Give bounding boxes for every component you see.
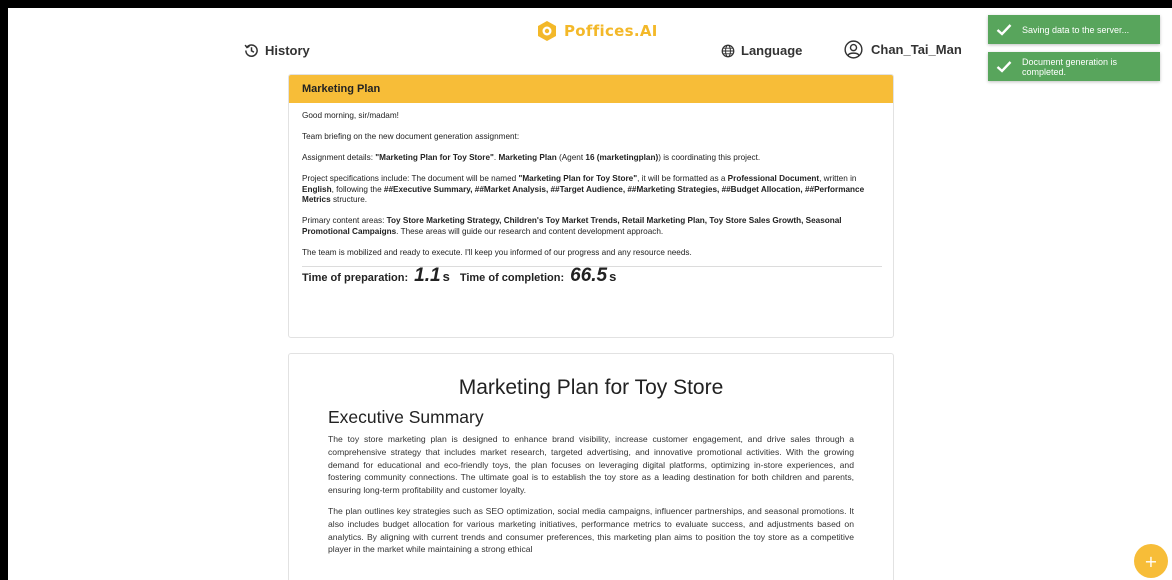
completion-time-unit: s [609, 268, 617, 284]
toast-message: Saving data to the server... [1022, 24, 1130, 35]
prep-time-label: Time of preparation: [302, 271, 409, 284]
language-selector[interactable]: Language [721, 43, 802, 58]
language-label: Language [741, 43, 803, 58]
plus-icon: + [1144, 551, 1158, 571]
briefing-body: Good morning, sir/madam! Team briefing o… [289, 103, 893, 286]
toast-completed[interactable]: Document generation is completed. [988, 52, 1160, 81]
toast-saving[interactable]: Saving data to the server... [988, 15, 1160, 44]
brand-logo[interactable]: Poffices.AI [536, 20, 658, 42]
document-paragraph: The toy store marketing plan is designed… [328, 434, 854, 496]
check-icon [996, 24, 1012, 36]
prep-time-value: 1.1 [414, 264, 441, 286]
assignment-details: Assignment details: "Marketing Plan for … [302, 153, 761, 162]
completion-time-value: 66.5 [570, 264, 608, 286]
prep-time-unit: s [442, 268, 450, 284]
closing-text: The team is mobilized and ready to execu… [302, 247, 692, 257]
brand-name: Poffices.AI [564, 22, 658, 40]
briefing-card: Marketing Plan Good morning, sir/madam! … [288, 74, 894, 338]
logo-mark-icon [538, 21, 556, 41]
document-title: Marketing Plan for Toy Store [458, 376, 724, 399]
check-icon [996, 61, 1012, 73]
intro-text: Team briefing on the new document genera… [302, 132, 520, 141]
content-areas: Primary content areas: Toy Store Marketi… [302, 216, 842, 236]
user-avatar-icon [844, 40, 863, 59]
app-window: Poffices.AI History Language Chan_Tai_Ma… [8, 8, 1172, 580]
greeting-text: Good morning, sir/madam! [302, 111, 399, 120]
user-menu[interactable]: Chan_Tai_Man [844, 40, 962, 59]
history-icon [244, 44, 258, 57]
section-heading: Executive Summary [328, 407, 484, 427]
document-preview: Marketing Plan for Toy Store Executive S… [288, 353, 894, 580]
history-link[interactable]: History [244, 43, 310, 58]
completion-time-label: Time of completion: [459, 271, 565, 284]
user-name: Chan_Tai_Man [871, 42, 962, 57]
document-paragraph: The plan outlines key strategies such as… [328, 505, 854, 555]
briefing-title: Marketing Plan [302, 83, 381, 95]
add-fab-button[interactable]: + [1134, 544, 1168, 578]
globe-icon [721, 44, 735, 57]
timing-row: Time of preparation: 1.1 s Time of compl… [302, 264, 881, 286]
history-label: History [265, 43, 310, 58]
briefing-header: Marketing Plan [289, 75, 893, 103]
toast-message: Document generation is completed. [1022, 56, 1118, 77]
project-specifications: Project specifications include: The docu… [302, 174, 865, 204]
